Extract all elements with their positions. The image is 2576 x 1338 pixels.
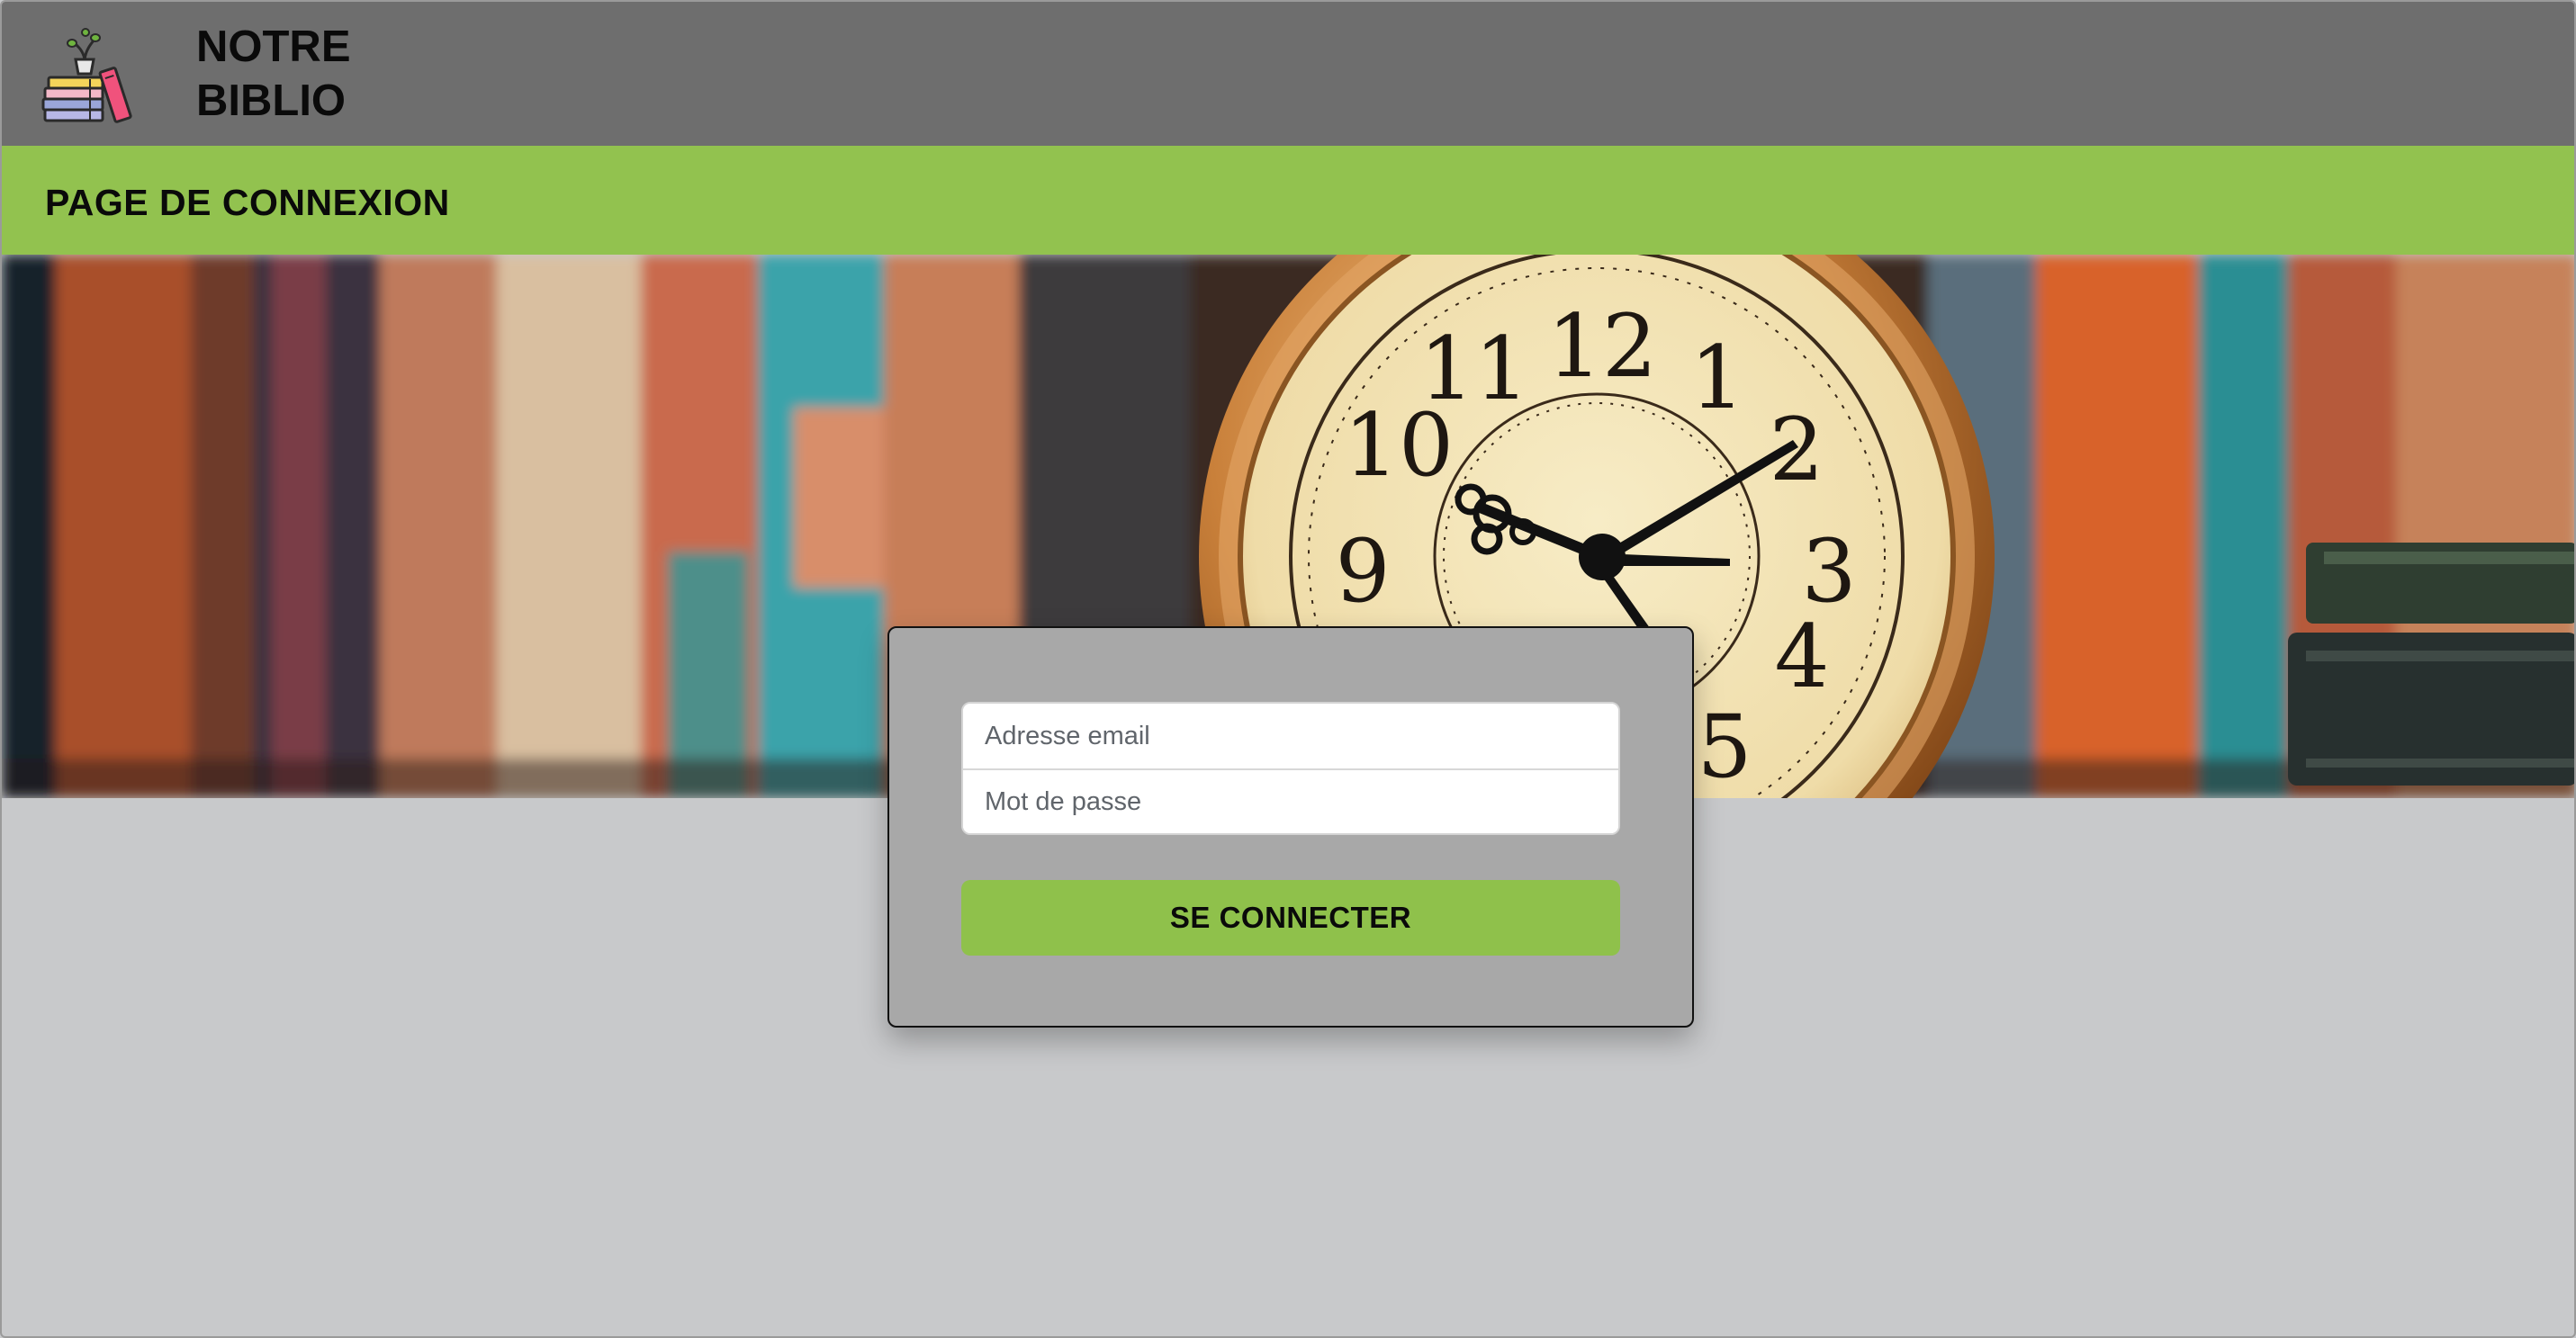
clock-numeral-4: 4 <box>1774 606 1829 707</box>
page-title: PAGE DE CONNEXION <box>45 182 450 223</box>
login-button[interactable]: SE CONNECTER <box>961 880 1620 956</box>
books-with-plant-icon[interactable] <box>41 25 135 124</box>
clock-numeral-12: 12 <box>1547 296 1657 397</box>
clock-numeral-1: 1 <box>1689 328 1744 428</box>
login-form: SE CONNECTER <box>887 626 1694 1028</box>
brand-line-1: NOTRE <box>196 22 351 71</box>
clock-numeral-11: 11 <box>1419 319 1529 419</box>
brand-line-2: BIBLIO <box>196 76 347 125</box>
credentials-group <box>961 702 1620 835</box>
password-field[interactable] <box>963 768 1618 833</box>
app-window: NOTRE BIBLIO PAGE DE CONNEXION 12 1 2 3 … <box>0 0 2576 1338</box>
brand-name[interactable]: NOTRE BIBLIO <box>196 20 351 128</box>
clock-numeral-5: 5 <box>1697 696 1752 797</box>
clock-numeral-9: 9 <box>1335 521 1390 622</box>
stacked-books-image <box>2288 543 2574 786</box>
top-header: NOTRE BIBLIO <box>2 2 2574 146</box>
title-bar: PAGE DE CONNEXION <box>2 146 2574 255</box>
email-field[interactable] <box>963 704 1618 768</box>
